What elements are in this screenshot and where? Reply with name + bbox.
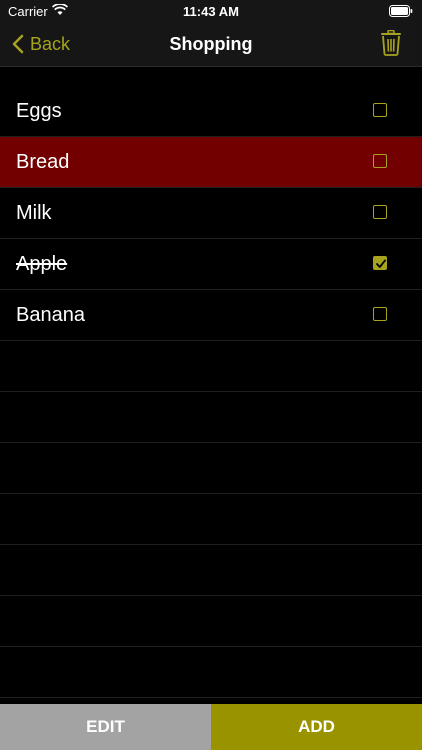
list-item-banana[interactable]: Banana [0,290,422,341]
navigation-bar: Back Shopping [0,22,422,67]
item-checkbox[interactable] [373,307,387,321]
item-label: Apple [16,252,68,275]
trash-icon[interactable] [380,30,402,56]
list-item-eggs[interactable]: Eggs [0,86,422,137]
status-time: 11:43 AM [183,4,239,19]
shopping-list: Eggs Bread Milk Apple Banana [0,86,422,698]
item-checkbox[interactable] [373,256,387,270]
checkmark-icon [376,259,386,268]
item-label: Eggs [16,99,62,122]
add-button[interactable]: ADD [211,704,422,750]
bottom-toolbar: EDIT ADD [0,704,422,750]
list-item-milk[interactable]: Milk [0,188,422,239]
page-title: Shopping [169,34,253,54]
empty-row [0,545,422,596]
status-bar: Carrier 11:43 AM [0,0,422,22]
edit-button[interactable]: EDIT [0,704,211,750]
battery-icon [389,5,413,17]
empty-row [0,443,422,494]
item-checkbox[interactable] [373,103,387,117]
empty-row [0,341,422,392]
item-checkbox[interactable] [373,205,387,219]
item-label: Milk [16,201,52,224]
list-item-apple[interactable]: Apple [0,239,422,290]
empty-row [0,596,422,647]
item-label: Bread [16,150,70,173]
empty-row [0,647,422,698]
empty-row [0,392,422,443]
item-label: Banana [16,303,85,326]
item-checkbox[interactable] [373,154,387,168]
empty-row [0,494,422,545]
list-item-bread[interactable]: Bread [0,137,422,188]
